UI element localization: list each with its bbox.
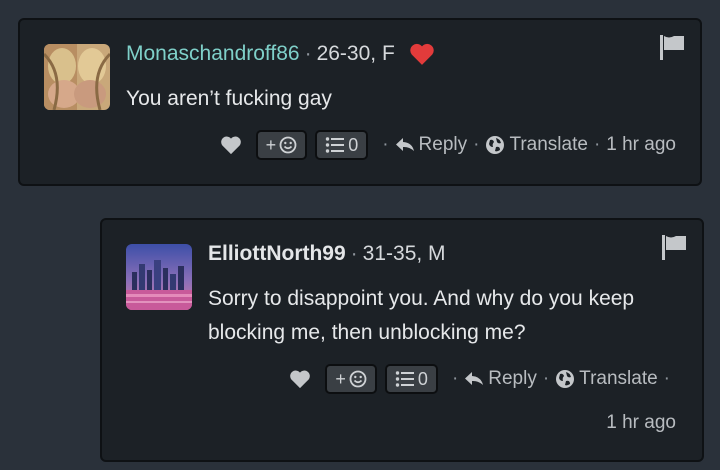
separator: · [663, 368, 670, 389]
separator: · [451, 368, 459, 389]
flag-icon[interactable] [660, 234, 688, 265]
avatar[interactable] [126, 244, 192, 310]
heart-icon[interactable] [220, 135, 242, 155]
separator: · [593, 134, 601, 155]
reply-link[interactable]: Reply [395, 134, 468, 156]
list-count: 0 [348, 134, 359, 155]
translate-label: Translate [579, 368, 658, 389]
comment-actions: + 0 · Reply · Translate · [289, 364, 676, 394]
list-icon [325, 137, 345, 153]
translate-link[interactable]: Translate [485, 134, 588, 156]
list-count: 0 [417, 368, 428, 389]
reply-arrow-icon [395, 138, 414, 151]
separator: · [382, 134, 389, 155]
username[interactable]: Monaschandroff86 [126, 42, 300, 66]
list-button[interactable]: 0 [315, 130, 369, 160]
reply-link[interactable]: Reply [464, 368, 537, 390]
reply-label: Reply [418, 134, 468, 155]
comment-header: ElliottNorth99 · 31-35, M [208, 242, 446, 266]
flag-icon[interactable] [658, 34, 686, 65]
add-reaction-label: + [335, 368, 346, 389]
age-gender: 31-35, M [362, 242, 446, 265]
reply-arrow-icon [465, 372, 484, 385]
age-gender: 26-30, F [316, 42, 395, 65]
comment-text: Sorry to disappoint you. And why do you … [208, 287, 635, 344]
list-icon [395, 371, 414, 387]
timestamp: 1 hr ago [606, 134, 676, 155]
smiley-icon [349, 370, 367, 388]
comment-header: Monaschandroff86 · 26-30, F [126, 42, 435, 66]
separator: · [473, 134, 480, 155]
avatar[interactable] [44, 44, 110, 110]
separator: · [304, 42, 312, 65]
comment-text: You aren’t fucking gay [126, 87, 332, 110]
heart-icon[interactable] [289, 369, 311, 389]
add-reaction-label: + [265, 134, 277, 155]
list-button[interactable]: 0 [384, 364, 438, 394]
comment-card-2: ElliottNorth99 · 31-35, M Sorry to disap… [100, 218, 704, 462]
reply-label: Reply [488, 368, 537, 389]
add-reaction-button[interactable]: + [325, 364, 377, 394]
globe-icon [556, 370, 575, 388]
comment-card-1: Monaschandroff86 · 26-30, F You aren’t f… [18, 18, 702, 186]
separator: · [350, 242, 358, 265]
translate-label: Translate [509, 134, 588, 155]
timestamp: 1 hr ago [606, 412, 676, 433]
translate-link[interactable]: Translate [555, 368, 658, 390]
smiley-icon [279, 136, 297, 154]
username[interactable]: ElliottNorth99 [208, 242, 346, 266]
globe-icon [486, 136, 505, 154]
liked-heart-icon [409, 42, 435, 66]
add-reaction-button[interactable]: + [255, 130, 308, 160]
separator: · [542, 368, 550, 389]
comment-actions: + 0 · Reply · Translate · 1 hr ago [220, 130, 676, 160]
